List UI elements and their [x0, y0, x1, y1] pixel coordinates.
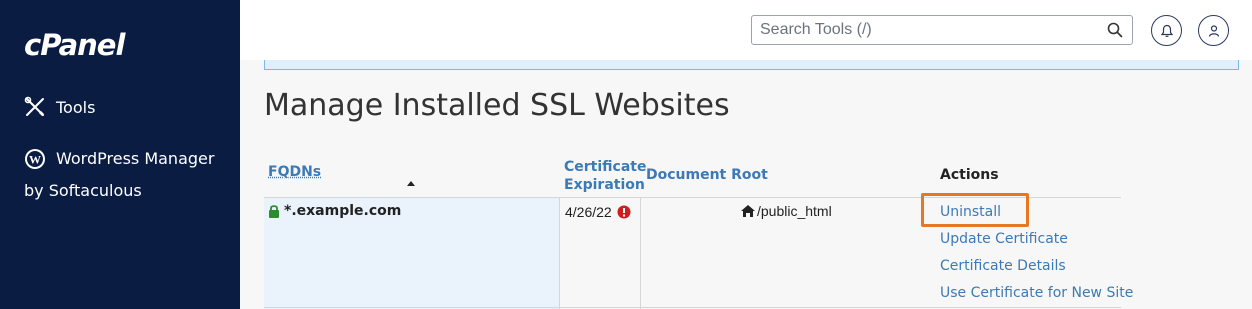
expiration-value: 4/26/22	[565, 204, 612, 220]
header-line: Expiration	[564, 177, 645, 193]
sort-ascending-icon	[407, 181, 415, 186]
svg-text:W: W	[29, 153, 41, 167]
use-certificate-for-new-site-link[interactable]: Use Certificate for New Site	[940, 285, 1133, 301]
table-row-fqdn: *.example.com	[268, 203, 401, 219]
sidebar-item-sublabel: by Softaculous	[24, 181, 142, 200]
document-root-column-header[interactable]: Document Root	[646, 167, 768, 183]
fqdns-column-header[interactable]: FQDNs	[268, 164, 321, 180]
sidebar-item-tools[interactable]: Tools	[24, 96, 95, 118]
fqdn-value: *.example.com	[284, 203, 402, 219]
table-row-document-root: /public_html	[740, 203, 832, 219]
bell-icon	[1160, 24, 1173, 37]
certificate-expiration-column-header[interactable]: Certificate Expiration	[564, 158, 646, 194]
header-line: Certificate	[564, 159, 647, 175]
home-icon	[741, 205, 755, 217]
column-divider	[559, 198, 560, 309]
page-title: Manage Installed SSL Websites	[264, 88, 730, 123]
search-input[interactable]	[752, 17, 1106, 43]
user-menu-button[interactable]	[1198, 15, 1229, 46]
search-box	[751, 15, 1133, 45]
update-certificate-link[interactable]: Update Certificate	[940, 231, 1068, 247]
highlight-box	[921, 193, 1029, 227]
document-root-value: /public_html	[757, 203, 832, 219]
sidebar: cPanel Tools W WordPress Manager by Soft…	[0, 0, 240, 309]
sidebar-item-wordpress-manager[interactable]: W WordPress Manager by Softaculous	[24, 143, 214, 207]
sidebar-item-label: Tools	[56, 97, 96, 117]
user-icon	[1208, 24, 1219, 37]
column-divider	[640, 198, 641, 309]
table-row-expiration: 4/26/22	[565, 204, 631, 220]
notifications-button[interactable]	[1151, 15, 1182, 46]
search-icon[interactable]	[1106, 21, 1124, 39]
table-divider	[264, 307, 1121, 308]
cpanel-logo[interactable]: cPanel	[24, 28, 125, 62]
tools-icon	[24, 96, 44, 116]
notice-banner	[264, 60, 1239, 70]
sidebar-item-label: WordPress Manager	[56, 149, 215, 168]
wordpress-icon: W	[25, 149, 45, 169]
lock-icon	[269, 205, 279, 218]
expired-warning-icon	[617, 205, 631, 219]
certificate-details-link[interactable]: Certificate Details	[940, 258, 1066, 274]
actions-column-header: Actions	[940, 167, 999, 183]
